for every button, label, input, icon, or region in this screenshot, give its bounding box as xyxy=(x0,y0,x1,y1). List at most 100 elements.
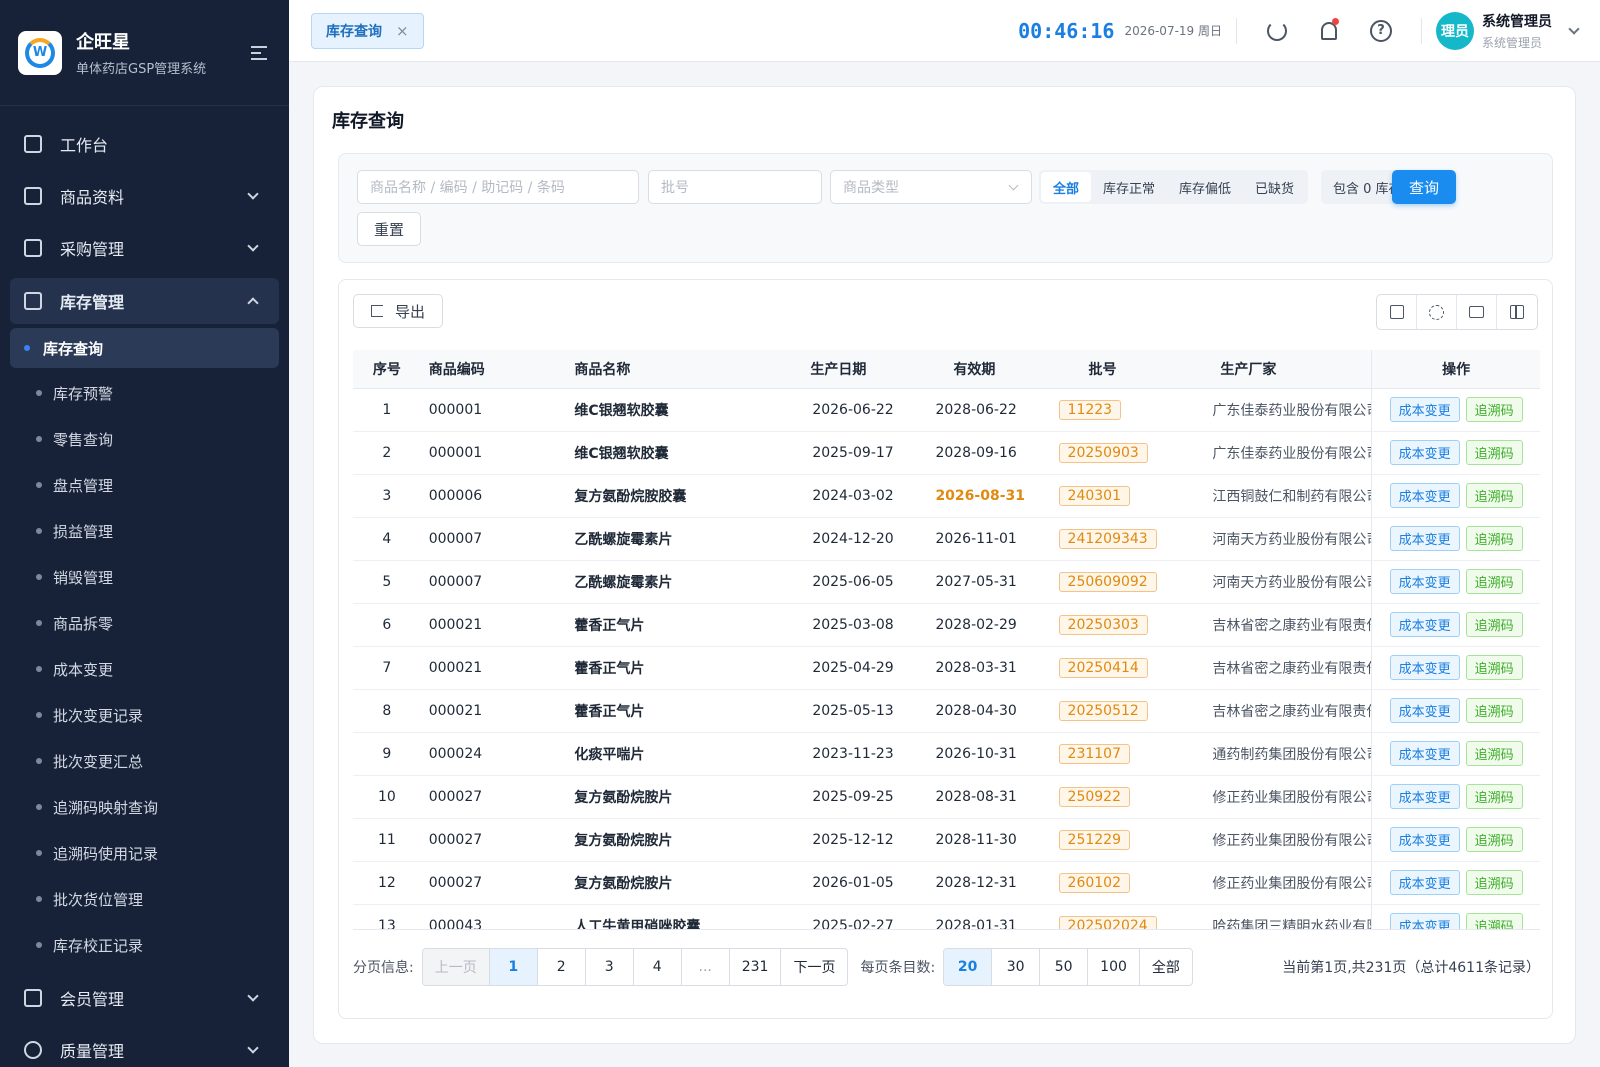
col-header-code[interactable]: 商品编码 xyxy=(420,350,567,389)
table-row[interactable]: 7 000021 藿香正气片 2025-04-29 2028-03-31 20250414… xyxy=(353,646,1540,690)
trace-code-button[interactable]: 追溯码 xyxy=(1465,827,1523,852)
col-header-name[interactable]: 商品名称 xyxy=(566,350,803,389)
close-tab-icon[interactable]: × xyxy=(396,22,409,40)
trace-code-button[interactable]: 追溯码 xyxy=(1465,526,1523,551)
page-button-3[interactable]: 3 xyxy=(586,949,634,985)
query-button[interactable]: 查询 xyxy=(1392,170,1456,204)
cost-change-button[interactable]: 成本变更 xyxy=(1389,741,1460,766)
segment-low[interactable]: 库存偏低 xyxy=(1167,172,1243,202)
trace-code-button[interactable]: 追溯码 xyxy=(1465,612,1523,637)
bell-icon[interactable] xyxy=(1317,17,1341,43)
sidebar-subitem-trace-mapping[interactable]: 追溯码映射查询 xyxy=(0,784,289,830)
prev-page-button[interactable]: 上一页 xyxy=(422,949,490,985)
cost-change-button[interactable]: 成本变更 xyxy=(1389,612,1460,637)
cost-change-button[interactable]: 成本变更 xyxy=(1389,827,1460,852)
refresh-icon[interactable] xyxy=(1265,19,1289,43)
trace-code-button[interactable]: 追溯码 xyxy=(1465,784,1523,809)
table-row[interactable]: 1 000001 维C银翘软胶囊 2026-06-22 2028-06-22 11223 广… xyxy=(353,388,1540,432)
help-icon[interactable]: ? xyxy=(1369,19,1393,43)
product-type-select[interactable]: 商品类型 xyxy=(830,170,1032,204)
sidebar-item-purchase[interactable]: 采购管理 xyxy=(0,222,289,274)
page-size-all[interactable]: 全部 xyxy=(1140,949,1192,985)
trace-code-button[interactable]: 追溯码 xyxy=(1465,655,1523,680)
sidebar-subitem-profit-loss[interactable]: 损益管理 xyxy=(0,508,289,554)
table-row[interactable]: 5 000007 乙酰螺旋霉素片 2025-06-05 2027-05-31 250609… xyxy=(353,560,1540,604)
cost-change-button[interactable]: 成本变更 xyxy=(1389,483,1460,508)
cost-change-button[interactable]: 成本变更 xyxy=(1389,440,1460,465)
segment-normal[interactable]: 库存正常 xyxy=(1091,172,1167,202)
col-header-mfg-date[interactable]: 生产日期 xyxy=(802,350,926,389)
segment-all[interactable]: 全部 xyxy=(1041,172,1092,202)
col-header-expiry[interactable]: 有效期 xyxy=(925,350,1049,389)
col-header-manufacturer[interactable]: 生产厂家 xyxy=(1202,350,1372,389)
trace-code-button[interactable]: 追溯码 xyxy=(1465,440,1523,465)
table-row[interactable]: 4 000007 乙酰螺旋霉素片 2024-12-20 2026-11-01 241209… xyxy=(353,517,1540,561)
trace-code-button[interactable]: 追溯码 xyxy=(1465,698,1523,723)
trace-code-button[interactable]: 追溯码 xyxy=(1465,569,1523,594)
sidebar-item-members[interactable]: 会员管理 xyxy=(0,972,289,1024)
reset-button[interactable]: 重置 xyxy=(357,212,421,246)
page-size-30[interactable]: 30 xyxy=(992,949,1041,985)
export-button[interactable]: 导出 xyxy=(353,294,443,328)
cost-change-button[interactable]: 成本变更 xyxy=(1389,569,1460,594)
trace-code-button[interactable]: 追溯码 xyxy=(1465,397,1523,422)
page-size-50[interactable]: 50 xyxy=(1040,949,1089,985)
sidebar-subitem-destruction[interactable]: 销毁管理 xyxy=(0,554,289,600)
columns-icon[interactable] xyxy=(1497,295,1537,329)
sidebar-subitem-batch-location[interactable]: 批次货位管理 xyxy=(0,876,289,922)
page-button-2[interactable]: 2 xyxy=(538,949,586,985)
collapse-sidebar-icon[interactable] xyxy=(251,45,271,61)
print-icon[interactable] xyxy=(1457,295,1497,329)
table-row[interactable]: 11 000027 复方氨酚烷胺片 2025-12-12 2028-11-30 25122… xyxy=(353,818,1540,862)
sidebar-subitem-trace-usage[interactable]: 追溯码使用记录 xyxy=(0,830,289,876)
segment-out[interactable]: 已缺货 xyxy=(1243,172,1306,202)
page-button-1[interactable]: 1 xyxy=(489,949,538,985)
table-row[interactable]: 12 000027 复方氨酚烷胺片 2026-01-05 2028-12-31 26010… xyxy=(353,861,1540,905)
fullscreen-icon[interactable] xyxy=(1377,295,1417,329)
search-input[interactable]: 商品名称 / 编码 / 助记码 / 条码 xyxy=(357,170,639,204)
sidebar-subitem-stock-correction[interactable]: 库存校正记录 xyxy=(0,922,289,968)
table-row[interactable]: 9 000024 化痰平喘片 2023-11-23 2026-10-31 231107 通药… xyxy=(353,732,1540,776)
cost-change-button[interactable]: 成本变更 xyxy=(1389,913,1460,929)
next-page-button[interactable]: 下一页 xyxy=(781,949,847,985)
sidebar-subitem-retail-query[interactable]: 零售查询 xyxy=(0,416,289,462)
sidebar-subitem-stock-query[interactable]: 库存查询 xyxy=(10,328,279,368)
sidebar-item-quality[interactable]: 质量管理 xyxy=(0,1024,289,1067)
user-menu[interactable]: 理员 系统管理员 系统管理员 xyxy=(1436,11,1580,51)
col-header-batch[interactable]: 批号 xyxy=(1048,350,1203,389)
cost-change-button[interactable]: 成本变更 xyxy=(1389,784,1460,809)
sidebar-item-products[interactable]: 商品资料 xyxy=(0,170,289,222)
cost-change-button[interactable]: 成本变更 xyxy=(1389,526,1460,551)
sidebar-subitem-stocktake[interactable]: 盘点管理 xyxy=(0,462,289,508)
batch-input[interactable]: 批号 xyxy=(648,170,822,204)
table-row[interactable]: 3 000006 复方氨酚烷胺胶囊 2024-03-02 2026-08-31 24030… xyxy=(353,474,1540,518)
cost-change-button[interactable]: 成本变更 xyxy=(1389,870,1460,895)
sidebar-item-workbench[interactable]: 工作台 xyxy=(0,118,289,170)
table-row[interactable]: 8 000021 藿香正气片 2025-05-13 2028-04-30 20250512… xyxy=(353,689,1540,733)
trace-code-button[interactable]: 追溯码 xyxy=(1465,483,1523,508)
page-button-last[interactable]: 231 xyxy=(730,949,782,985)
page-size-label: 每页条目数: xyxy=(860,960,936,976)
sidebar-subitem-batch-change-log[interactable]: 批次变更记录 xyxy=(0,692,289,738)
page-size-100[interactable]: 100 xyxy=(1088,949,1140,985)
cost-change-button[interactable]: 成本变更 xyxy=(1389,698,1460,723)
trace-code-button[interactable]: 追溯码 xyxy=(1465,741,1523,766)
table-row[interactable]: 10 000027 复方氨酚烷胺片 2025-09-25 2028-08-31 25092… xyxy=(353,775,1540,819)
page-button-4[interactable]: 4 xyxy=(634,949,682,985)
table-row[interactable]: 13 000043 人工牛黄甲硝唑胶囊 2025-02-27 2028-01-31 202… xyxy=(353,904,1540,929)
sidebar-subitem-split[interactable]: 商品拆零 xyxy=(0,600,289,646)
col-header-index[interactable]: 序号 xyxy=(353,350,421,389)
trace-code-button[interactable]: 追溯码 xyxy=(1465,870,1523,895)
table-row[interactable]: 2 000001 维C银翘软胶囊 2025-09-17 2028-09-16 202509… xyxy=(353,431,1540,475)
settings-icon[interactable] xyxy=(1417,295,1457,329)
page-size-20[interactable]: 20 xyxy=(944,949,993,985)
sidebar-subitem-batch-change-summary[interactable]: 批次变更汇总 xyxy=(0,738,289,784)
sidebar-item-inventory[interactable]: 库存管理 xyxy=(10,278,279,324)
cost-change-button[interactable]: 成本变更 xyxy=(1389,397,1460,422)
cost-change-button[interactable]: 成本变更 xyxy=(1389,655,1460,680)
sidebar-subitem-cost-change[interactable]: 成本变更 xyxy=(0,646,289,692)
table-row[interactable]: 6 000021 藿香正气片 2025-03-08 2028-02-29 20250303… xyxy=(353,603,1540,647)
tab-stock-query[interactable]: 库存查询 × xyxy=(311,12,424,49)
sidebar-subitem-stock-alert[interactable]: 库存预警 xyxy=(0,370,289,416)
trace-code-button[interactable]: 追溯码 xyxy=(1465,913,1523,929)
